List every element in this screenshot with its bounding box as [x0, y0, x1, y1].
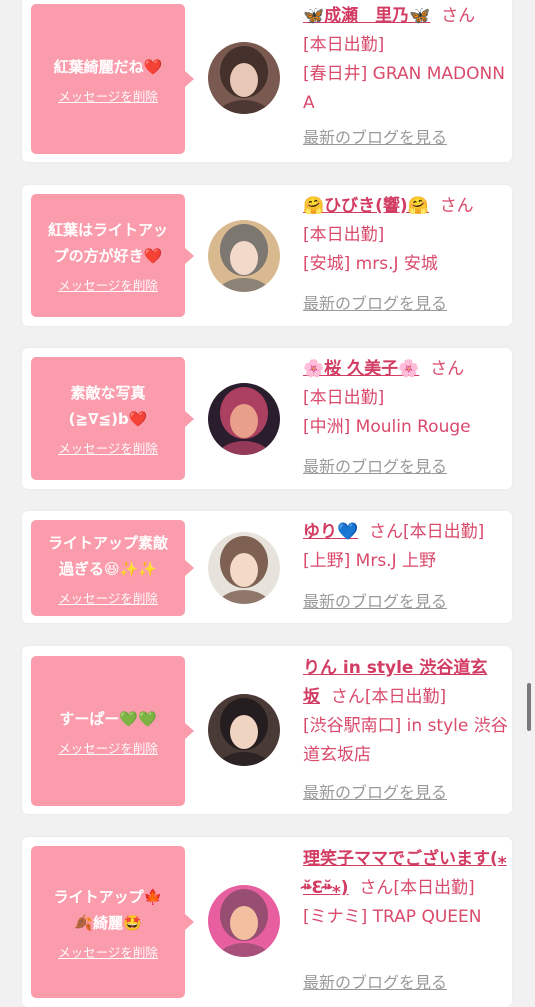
cast-info: りん in style 渋谷道玄坂 さん[本日出勤] [渋谷駅南口] in st…	[303, 654, 509, 807]
message-text: 紅葉綺麗だね❤️	[53, 57, 163, 76]
cast-info: 🤗ひびき(響)🤗 さん [本日出勤] [安城] mrs.J 安城 最新のブログを…	[303, 192, 509, 318]
message-bubble: 素敵な写真 (≧∇≦)b❤️ メッセージを削除	[31, 357, 194, 480]
delete-message-link[interactable]: メッセージを削除	[58, 275, 158, 294]
shop-name: [上野] Mrs.J 上野	[303, 551, 437, 571]
avatar[interactable]	[208, 42, 280, 114]
honorific: さん	[441, 6, 476, 26]
cast-name-link[interactable]: 🦋成瀬 里乃🦋	[303, 6, 430, 26]
avatar[interactable]	[208, 220, 280, 292]
work-status: [本日出勤]	[402, 522, 485, 542]
avatar[interactable]	[208, 885, 280, 957]
message-card: すーぱー💚💚 メッセージを削除 りん in style 渋谷道玄坂 さん[本日出…	[22, 646, 512, 814]
message-bubble: ライトアップ素敵 過ぎる😆✨✨ メッセージを削除	[31, 520, 194, 616]
message-text: すーぱー💚💚	[59, 709, 157, 728]
shop-name: [渋谷駅南口] in style 渋谷道玄坂店	[303, 716, 508, 765]
message-text: 素敵な写真 (≧∇≦)b❤️	[68, 384, 148, 428]
honorific: さん	[439, 196, 474, 216]
honorific: さん	[330, 687, 365, 707]
message-card: ライトアップ素敵 過ぎる😆✨✨ メッセージを削除 ゆり💙 さん[本日出勤] [上…	[22, 511, 512, 623]
cast-info: 🦋成瀬 里乃🦋 さん [本日出勤] [春日井] GRAN MADONNA 最新の…	[303, 2, 509, 152]
shop-name: [ミナミ] TRAP QUEEN	[303, 907, 482, 927]
work-status: [本日出勤]	[303, 388, 385, 408]
honorific: さん	[359, 878, 394, 898]
delete-message-link[interactable]: メッセージを削除	[58, 588, 158, 607]
cast-name-link[interactable]: 🌸桜 久美子🌸	[303, 359, 419, 379]
message-bubble: 紅葉綺麗だね❤️ メッセージを削除	[31, 4, 194, 154]
scrollbar-thumb[interactable]	[527, 683, 531, 731]
cast-info: 🌸桜 久美子🌸 さん [本日出勤] [中洲] Moulin Rouge 最新のブ…	[303, 355, 509, 481]
delete-message-link[interactable]: メッセージを削除	[58, 438, 158, 457]
message-text: 紅葉はライトアッ プの方が好き❤️	[47, 221, 168, 265]
work-status: [本日出勤]	[303, 35, 385, 55]
message-bubble: ライトアップ🍁 🍂綺麗🤩 メッセージを削除	[31, 846, 194, 998]
cast-info: 理笑子ママでございます(⁎⁍̴̆Ɛ⁍̴̆⁎) さん[本日出勤] [ミナミ] TR…	[303, 845, 509, 997]
message-card: 素敵な写真 (≧∇≦)b❤️ メッセージを削除 🌸桜 久美子🌸 さん [本日出勤…	[22, 348, 512, 489]
cast-info: ゆり💙 さん[本日出勤] [上野] Mrs.J 上野 最新のブログを見る	[303, 518, 509, 616]
message-text: ライトアップ素敵 過ぎる😆✨✨	[47, 533, 168, 578]
latest-blog-link[interactable]: 最新のブログを見る	[303, 123, 447, 152]
shop-name: [安城] mrs.J 安城	[303, 254, 438, 274]
latest-blog-link[interactable]: 最新のブログを見る	[303, 452, 447, 481]
latest-blog-link[interactable]: 最新のブログを見る	[303, 289, 447, 318]
message-bubble: すーぱー💚💚 メッセージを削除	[31, 656, 194, 806]
latest-blog-link[interactable]: 最新のブログを見る	[303, 587, 447, 616]
message-card: 紅葉はライトアッ プの方が好き❤️ メッセージを削除 🤗ひびき(響)🤗 さん […	[22, 185, 512, 326]
message-card: 紅葉綺麗だね❤️ メッセージを削除 🦋成瀬 里乃🦋 さん [本日出勤] [春日井…	[22, 0, 512, 162]
latest-blog-link[interactable]: 最新のブログを見る	[303, 778, 447, 807]
honorific: さん	[430, 359, 465, 379]
avatar[interactable]	[208, 532, 280, 604]
message-card: ライトアップ🍁 🍂綺麗🤩 メッセージを削除 理笑子ママでございます(⁎⁍̴̆Ɛ⁍…	[22, 837, 512, 1007]
delete-message-link[interactable]: メッセージを削除	[58, 942, 158, 961]
avatar[interactable]	[208, 383, 280, 455]
delete-message-link[interactable]: メッセージを削除	[58, 738, 158, 757]
message-bubble: 紅葉はライトアッ プの方が好き❤️ メッセージを削除	[31, 194, 194, 317]
delete-message-link[interactable]: メッセージを削除	[58, 86, 158, 105]
shop-name: [春日井] GRAN MADONNA	[303, 64, 505, 113]
work-status: [本日出勤]	[364, 687, 447, 707]
cast-name-link[interactable]: ゆり💙	[303, 522, 358, 542]
work-status: [本日出勤]	[393, 878, 475, 898]
work-status: [本日出勤]	[303, 225, 385, 245]
cast-name-link[interactable]: 🤗ひびき(響)🤗	[303, 196, 429, 216]
message-text: ライトアップ🍁 🍂綺麗🤩	[53, 887, 163, 932]
shop-name: [中洲] Moulin Rouge	[303, 417, 471, 437]
latest-blog-link[interactable]: 最新のブログを見る	[303, 968, 447, 997]
honorific: さん	[368, 522, 403, 542]
avatar[interactable]	[208, 694, 280, 766]
